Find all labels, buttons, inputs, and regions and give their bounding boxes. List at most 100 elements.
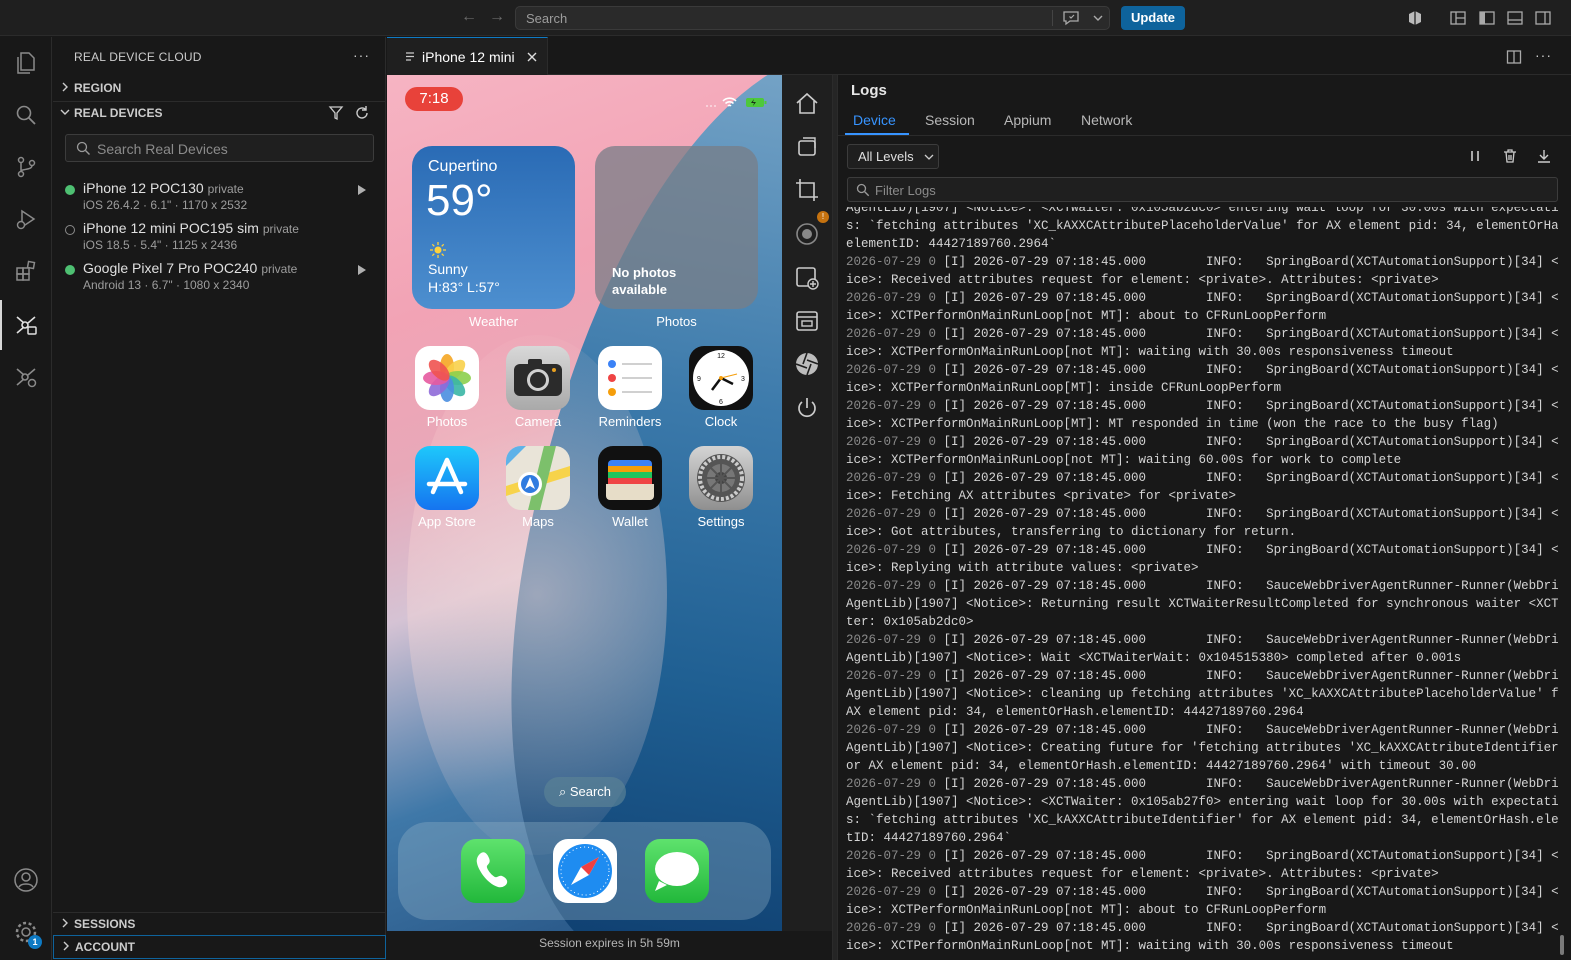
app-maps[interactable]: Maps <box>498 446 578 536</box>
device-item[interactable]: iPhone 12 POC130 private iOS 26.4.2 · 6.1… <box>53 178 386 216</box>
phone-app-icon[interactable] <box>461 839 525 903</box>
inspector-icon[interactable] <box>794 308 820 334</box>
chat-icon[interactable] <box>1062 10 1080 26</box>
account-icon[interactable] <box>13 867 39 893</box>
device-search-input[interactable]: Search Real Devices <box>65 134 374 162</box>
log-line: 2026-07-29 0 [I] 2026-07-29 07:18:45.000… <box>846 849 1558 863</box>
no-photos-text: No photos available <box>612 265 677 297</box>
play-icon[interactable] <box>357 184 367 196</box>
log-line: tID: 44427189760.2964` <box>846 831 1012 845</box>
toggle-sidebar-icon[interactable] <box>1478 9 1496 27</box>
tab-session[interactable]: Session <box>925 112 975 128</box>
log-line: ice>: XCTPerformOnMainRunLoop[MT]: insid… <box>846 381 1282 395</box>
sidebar: REAL DEVICE CLOUD ··· REGION REAL DEVICE… <box>53 37 386 960</box>
layout-customize-icon[interactable] <box>1449 9 1467 27</box>
power-icon[interactable] <box>794 395 820 421</box>
tab-network[interactable]: Network <box>1081 112 1132 128</box>
editor-more-button[interactable]: ··· <box>1535 47 1552 63</box>
rotate-device-icon[interactable] <box>794 134 820 160</box>
device-item[interactable]: iPhone 12 mini POC195 sim private iOS 18.… <box>53 218 386 256</box>
aperture-icon[interactable] <box>794 351 820 377</box>
record-icon[interactable] <box>794 221 820 247</box>
settings-icon <box>689 446 753 510</box>
device-screen[interactable]: 7:18 Cupertino 59° Sunny H:83° L:57° Wea… <box>387 75 782 931</box>
trash-icon[interactable] <box>1502 148 1518 164</box>
device-cloud-secondary-icon[interactable] <box>13 364 39 390</box>
camera-icon <box>506 346 570 410</box>
toggle-panel-icon[interactable] <box>1506 9 1524 27</box>
chevron-right-icon <box>63 941 69 951</box>
device-item[interactable]: Google Pixel 7 Pro POC240 private Android… <box>53 258 386 296</box>
log-line: ice>: Fetching AX attributes <private> f… <box>846 489 1237 503</box>
app-camera[interactable]: Camera <box>498 346 578 436</box>
log-level-select[interactable]: All Levels <box>847 144 939 169</box>
back-arrow-icon[interactable]: ← <box>461 8 477 26</box>
tab-appium[interactable]: Appium <box>1004 112 1051 128</box>
log-line: ice>: Received attributes request for el… <box>846 273 1439 287</box>
app-reminders[interactable]: Reminders <box>590 346 670 436</box>
messages-app-icon[interactable] <box>645 839 709 903</box>
log-line: s: `fetching attributes 'XC_kAXXCAttribu… <box>846 813 1558 827</box>
log-line: elementID: 44427189760.2964` <box>846 237 1057 251</box>
photos-icon <box>415 346 479 410</box>
chevron-down-icon[interactable] <box>1092 12 1104 24</box>
play-icon[interactable] <box>357 264 367 276</box>
screenshot-crop-icon[interactable] <box>794 177 820 203</box>
update-button[interactable]: Update <box>1121 6 1185 30</box>
explorer-icon[interactable] <box>13 50 39 76</box>
photos-widget[interactable]: No photos available <box>595 146 758 309</box>
copilot-icon[interactable] <box>1406 9 1424 27</box>
sidebar-more-button[interactable]: ··· <box>353 47 370 63</box>
search-icon[interactable] <box>13 102 39 128</box>
run-debug-icon[interactable] <box>13 206 39 232</box>
log-scrollbar[interactable] <box>1560 935 1564 955</box>
extensions-icon[interactable] <box>13 258 39 284</box>
download-icon[interactable] <box>1536 148 1552 164</box>
chevron-right-icon <box>62 82 68 92</box>
source-control-icon[interactable] <box>13 154 39 180</box>
log-line: 2026-07-29 0 [I] 2026-07-29 07:18:45.000… <box>846 543 1558 557</box>
dock <box>398 822 771 920</box>
record-warning-badge: ! <box>817 211 829 223</box>
svg-text:6: 6 <box>719 399 723 406</box>
log-line: 2026-07-29 0 [I] 2026-07-29 07:18:45.000… <box>846 291 1558 305</box>
home-icon[interactable] <box>794 91 820 117</box>
region-section-header[interactable]: REGION <box>53 77 386 99</box>
device-tag: private <box>262 222 299 236</box>
app-photos[interactable]: Photos <box>407 346 487 436</box>
real-devices-section-header[interactable]: REAL DEVICES <box>53 101 386 123</box>
log-output[interactable]: AgentLib)[1907] <Notice>: <XCTWaiter: 0x… <box>846 207 1558 960</box>
app-clock[interactable]: 12 3 6 9 Clock <box>681 346 761 436</box>
sessions-label: SESSIONS <box>74 917 136 931</box>
tab-iphone-12-mini[interactable]: iPhone 12 mini <box>387 37 548 75</box>
home-search-label: Search <box>569 784 612 799</box>
forward-arrow-icon[interactable]: → <box>489 8 505 26</box>
safari-app-icon[interactable] <box>553 839 617 903</box>
home-search-button[interactable]: ⌕ Search <box>544 777 626 807</box>
app-app-store[interactable]: App Store <box>407 446 487 536</box>
refresh-icon[interactable] <box>354 105 370 121</box>
install-app-icon[interactable] <box>794 265 820 291</box>
account-label: ACCOUNT <box>75 940 135 954</box>
app-wallet[interactable]: Wallet <box>590 446 670 536</box>
tab-device[interactable]: Device <box>853 112 896 128</box>
device-name: iPhone 12 POC130 private <box>83 180 244 196</box>
app-settings[interactable]: Settings <box>681 446 761 536</box>
filter-icon[interactable] <box>328 105 344 121</box>
filter-logs-input[interactable]: Filter Logs <box>847 177 1558 202</box>
log-line: ice>: XCTPerformOnMainRunLoop[not MT]: w… <box>846 345 1454 359</box>
close-icon[interactable] <box>526 51 538 63</box>
sessions-section-header[interactable]: SESSIONS <box>53 912 386 934</box>
account-section-header[interactable]: ACCOUNT <box>53 935 386 959</box>
photos-widget-label: Photos <box>656 314 697 329</box>
app-store-icon <box>415 446 479 510</box>
log-line: 2026-07-29 0 [I] 2026-07-29 07:18:45.000… <box>846 435 1558 449</box>
toggle-secondary-sidebar-icon[interactable] <box>1534 9 1552 27</box>
command-search-input[interactable]: Search <box>515 6 1110 30</box>
log-lines: AgentLib)[1907] <Notice>: <XCTWaiter: 0x… <box>846 207 1558 955</box>
pause-icon[interactable] <box>1467 148 1483 164</box>
svg-text:12: 12 <box>717 353 725 360</box>
device-cloud-icon[interactable] <box>13 312 39 338</box>
weather-widget[interactable]: Cupertino 59° Sunny H:83° L:57° <box>412 146 575 309</box>
split-editor-icon[interactable] <box>1506 49 1522 65</box>
